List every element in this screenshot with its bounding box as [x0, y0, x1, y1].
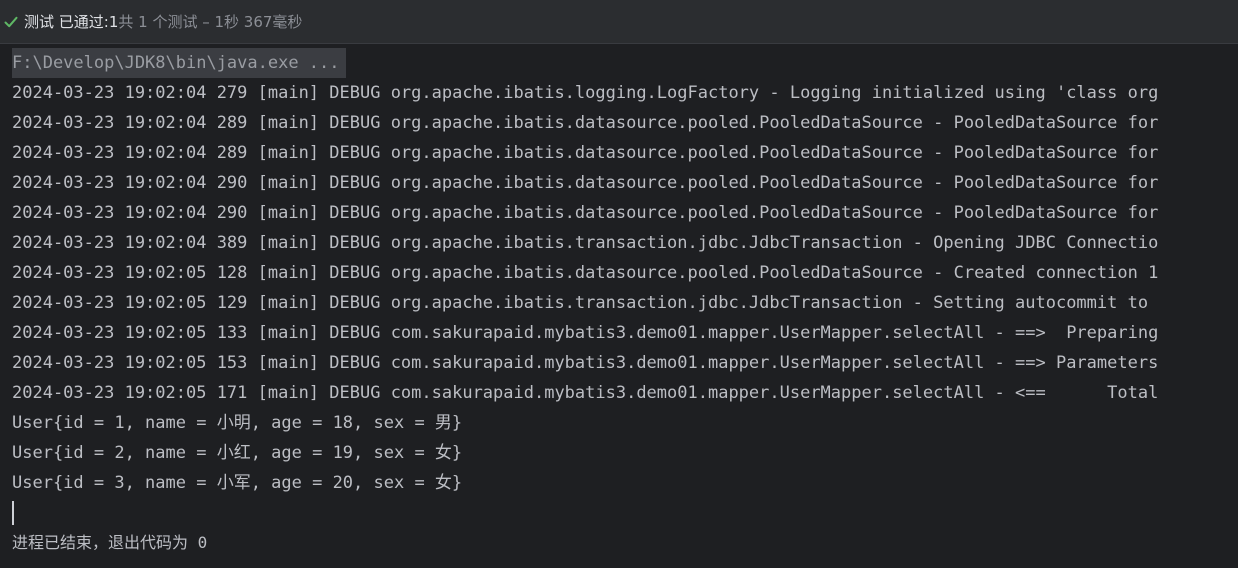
log-line: 2024-03-23 19:02:05 133 [main] DEBUG com… [12, 323, 1159, 343]
output-line: User{id = 2, name = 小红, age = 19, sex = … [12, 443, 463, 463]
log-line: 2024-03-23 19:02:04 290 [main] DEBUG org… [12, 173, 1159, 193]
console-output[interactable]: F:\Develop\JDK8\bin\java.exe ... 2024-03… [0, 48, 1238, 568]
text-cursor [12, 501, 14, 525]
log-line: 2024-03-23 19:02:05 128 [main] DEBUG org… [12, 263, 1159, 283]
tests-summary: 共 1 个测试 – 1秒 367毫秒 [118, 13, 303, 31]
log-line: 2024-03-23 19:02:05 171 [main] DEBUG com… [12, 383, 1159, 403]
log-line: 2024-03-23 19:02:05 129 [main] DEBUG org… [12, 293, 1149, 313]
test-status-bar: 测试 已通过: 1 共 1 个测试 – 1秒 367毫秒 [0, 0, 1238, 44]
output-line: User{id = 3, name = 小军, age = 20, sex = … [12, 473, 463, 493]
log-line: 2024-03-23 19:02:04 289 [main] DEBUG org… [12, 143, 1159, 163]
tests-passed-label: 测试 已通过: [24, 13, 109, 31]
process-finished-message: 进程已结束，退出代码为 0 [12, 533, 208, 552]
run-tool-window: 测试 已通过: 1 共 1 个测试 – 1秒 367毫秒 F:\Develop\… [0, 0, 1238, 568]
log-line: 2024-03-23 19:02:04 279 [main] DEBUG org… [12, 83, 1159, 103]
log-line: 2024-03-23 19:02:04 290 [main] DEBUG org… [12, 203, 1159, 223]
log-line: 2024-03-23 19:02:04 389 [main] DEBUG org… [12, 233, 1159, 253]
check-icon [2, 13, 20, 31]
tests-passed-count: 1 [108, 12, 119, 31]
log-line: 2024-03-23 19:02:04 289 [main] DEBUG org… [12, 113, 1159, 133]
output-line: User{id = 1, name = 小明, age = 18, sex = … [12, 413, 463, 433]
command-line[interactable]: F:\Develop\JDK8\bin\java.exe ... [12, 48, 346, 78]
log-line: 2024-03-23 19:02:05 153 [main] DEBUG com… [12, 353, 1159, 373]
